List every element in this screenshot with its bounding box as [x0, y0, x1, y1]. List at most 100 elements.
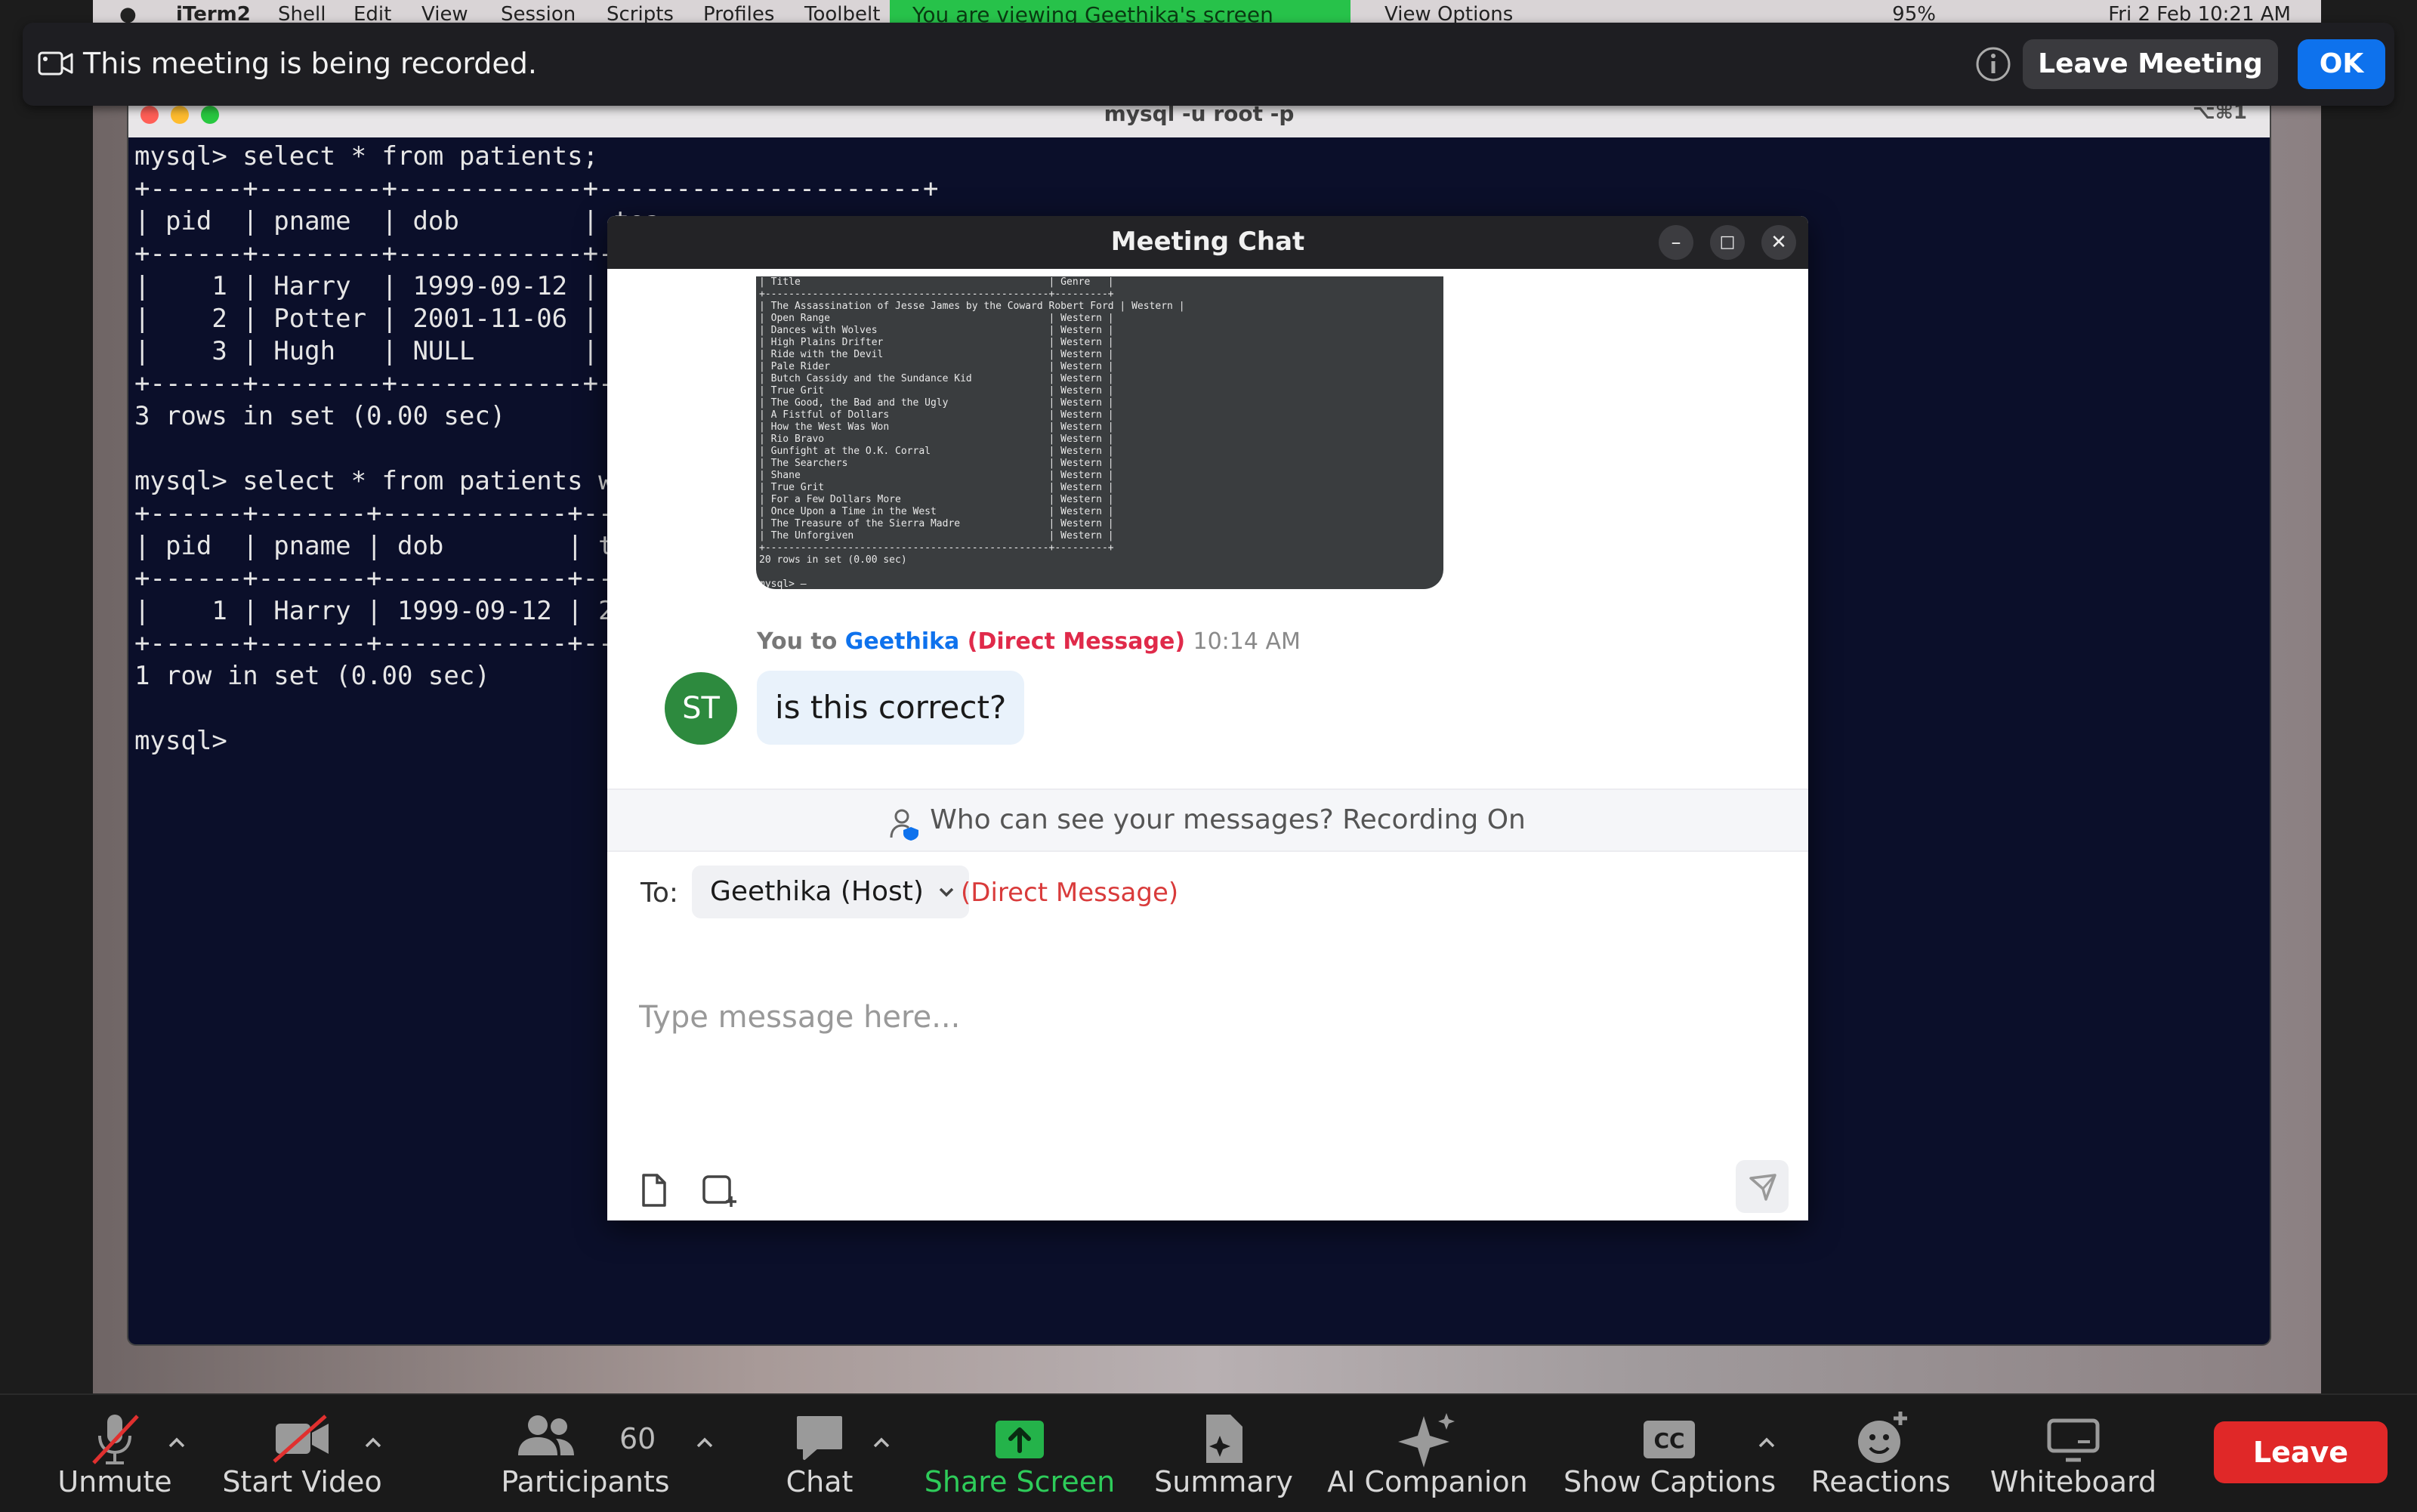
whiteboard-label: Whiteboard [1989, 1465, 2157, 1498]
to-label: To: [641, 878, 679, 909]
terminal-line: mysql> select * from patients; [134, 141, 599, 171]
video-off-icon [245, 1410, 359, 1467]
screenshot-line: +---------------------------------------… [759, 542, 1114, 554]
recipient-name: Geethika (Host) [710, 876, 924, 907]
screenshot-line: | The Good, the Bad and the Ugly | Weste… [759, 397, 1114, 409]
share-screen-button[interactable]: Share Screen [925, 1395, 1115, 1512]
show-captions-button[interactable]: CC Show Captions [1563, 1395, 1776, 1512]
show-captions-label: Show Captions [1563, 1465, 1776, 1498]
message-header: You to Geethika (Direct Message) 10:14 A… [757, 628, 1301, 655]
share-screen-label: Share Screen [924, 1465, 1116, 1498]
summary-label: Summary [1154, 1465, 1293, 1498]
chevron-down-icon [937, 866, 955, 937]
reactions-button[interactable]: Reactions [1811, 1395, 1950, 1512]
ai-companion-label: AI Companion [1327, 1465, 1528, 1498]
leave-meeting-button[interactable]: Leave Meeting [2023, 39, 2278, 89]
smiley-plus-icon [1828, 1410, 1934, 1467]
chat-bubble-icon [786, 1410, 854, 1467]
audio-options-caret-icon[interactable] [165, 1431, 188, 1454]
ai-companion-button[interactable]: AI Companion [1327, 1395, 1528, 1512]
maximize-icon[interactable]: □ [1710, 225, 1745, 260]
summary-button[interactable]: Summary [1154, 1395, 1293, 1512]
chat-label: Chat [786, 1465, 854, 1498]
message-privacy-bar[interactable]: Who can see your messages? Recording On [607, 788, 1808, 852]
whiteboard-button[interactable]: Whiteboard [1990, 1395, 2156, 1512]
ai-sparkle-icon [1352, 1410, 1503, 1467]
chat-titlebar: Meeting Chat – □ ✕ [607, 216, 1808, 269]
message-bubble[interactable]: is this correct? [757, 671, 1025, 745]
screenshot-line: | True Grit | Western | [759, 482, 1114, 493]
chat-button[interactable]: Chat [786, 1395, 854, 1512]
recording-camera-icon [38, 50, 74, 80]
screenshot-line [759, 566, 1185, 579]
screenshot-line: | Butch Cassidy and the Sundance Kid | W… [759, 373, 1114, 384]
unmute-button[interactable]: Unmute [57, 1395, 172, 1512]
direct-message-label: (Direct Message) [961, 878, 1179, 908]
start-video-button[interactable]: Start Video [222, 1395, 382, 1512]
recording-banner: This meeting is being recorded. Leave Me… [23, 23, 2394, 106]
screenshot-line: | The Assassination of Jesse James by th… [759, 301, 1185, 312]
participants-label: Participants [501, 1465, 670, 1498]
participants-icon: 60 [514, 1410, 657, 1467]
share-screen-icon [952, 1410, 1088, 1467]
ok-button[interactable]: OK [2298, 39, 2385, 89]
message-prefix: You to [757, 628, 838, 655]
message-recipient[interactable]: Geethika [845, 628, 960, 655]
screenshot-line: | The Searchers | Western | [759, 458, 1114, 469]
reactions-label: Reactions [1810, 1465, 1951, 1498]
message-time: 10:14 AM [1193, 628, 1301, 655]
screenshot-line: 20 rows in set (0.00 sec) [759, 554, 907, 566]
screenshot-line: | Title | Genre | [759, 276, 1114, 288]
participants-count: 60 [619, 1422, 656, 1455]
participants-button[interactable]: 60 Participants [501, 1395, 670, 1512]
captions-options-caret-icon[interactable] [1755, 1431, 1778, 1454]
screenshot-line: | Dances with Wolves | Western | [759, 325, 1114, 336]
screenshot-line: | Rio Bravo | Western | [759, 434, 1114, 445]
chat-title: Meeting Chat [1110, 227, 1305, 257]
screenshot-content: | Title | Genre | +----------------------… [759, 276, 1185, 589]
info-icon[interactable] [1974, 45, 2012, 86]
screenshot-line: | Pale Rider | Western | [759, 361, 1114, 372]
privacy-text: Who can see your messages? Recording On [930, 804, 1526, 835]
person-shield-icon [890, 807, 920, 844]
recipient-dropdown[interactable]: Geethika (Host) [692, 866, 969, 918]
screenshot-line: | For a Few Dollars More | Western | [759, 494, 1114, 505]
terminal-line: +------+--------+------------+----------… [134, 174, 939, 204]
screenshot-line: | Ride with the Devil | Western | [759, 349, 1114, 360]
send-button[interactable] [1736, 1160, 1789, 1213]
participants-options-caret-icon[interactable] [693, 1431, 716, 1454]
file-icon[interactable] [637, 1172, 671, 1211]
muted-microphone-icon [60, 1410, 169, 1467]
screenshot-line: | Gunfight at the O.K. Corral | Western … [759, 446, 1114, 457]
leave-button[interactable]: Leave [2214, 1421, 2388, 1483]
close-icon[interactable]: ✕ [1761, 225, 1796, 260]
unmute-label: Unmute [57, 1465, 172, 1498]
meeting-chat-window: Meeting Chat – □ ✕ | Title | Genre | +---… [607, 216, 1808, 1220]
minimize-icon[interactable]: – [1659, 225, 1693, 260]
screenshot-line: +---------------------------------------… [759, 289, 1114, 300]
screenshot-line: | True Grit | Western | [759, 385, 1114, 397]
screenshot-line: | Shane | Western | [759, 470, 1114, 481]
screenshot-line: mysql> — [759, 579, 807, 589]
meeting-toolbar: Unmute Start Video 60 Participants Chat … [0, 1393, 2417, 1512]
shared-screenshot-image[interactable]: | Title | Genre | +----------------------… [756, 276, 1443, 589]
message-input[interactable] [637, 941, 1773, 1094]
whiteboard-icon [2009, 1410, 2138, 1467]
direct-message-tag: (Direct Message) [967, 628, 1186, 655]
chat-options-caret-icon[interactable] [870, 1431, 893, 1454]
screenshot-icon[interactable] [701, 1172, 739, 1211]
svg-text:CC: CC [1653, 1428, 1684, 1453]
video-options-caret-icon[interactable] [362, 1431, 384, 1454]
recording-notice-text: This meeting is being recorded. [83, 47, 537, 80]
screenshot-line: | How the West Was Won | Western | [759, 421, 1114, 433]
summary-document-icon [1163, 1410, 1284, 1467]
screenshot-line: | The Unforgiven | Western | [759, 530, 1114, 542]
screenshot-line: | Open Range | Western | [759, 313, 1114, 324]
cc-icon: CC [1594, 1410, 1745, 1467]
avatar: ST [665, 672, 737, 745]
screenshot-line: | The Treasure of the Sierra Madre | Wes… [759, 518, 1114, 529]
start-video-label: Start Video [222, 1465, 382, 1498]
screenshot-line: | Once Upon a Time in the West | Western… [759, 506, 1114, 517]
screenshot-line: | High Plains Drifter | Western | [759, 337, 1114, 348]
screenshot-line: | A Fistful of Dollars | Western | [759, 409, 1114, 421]
